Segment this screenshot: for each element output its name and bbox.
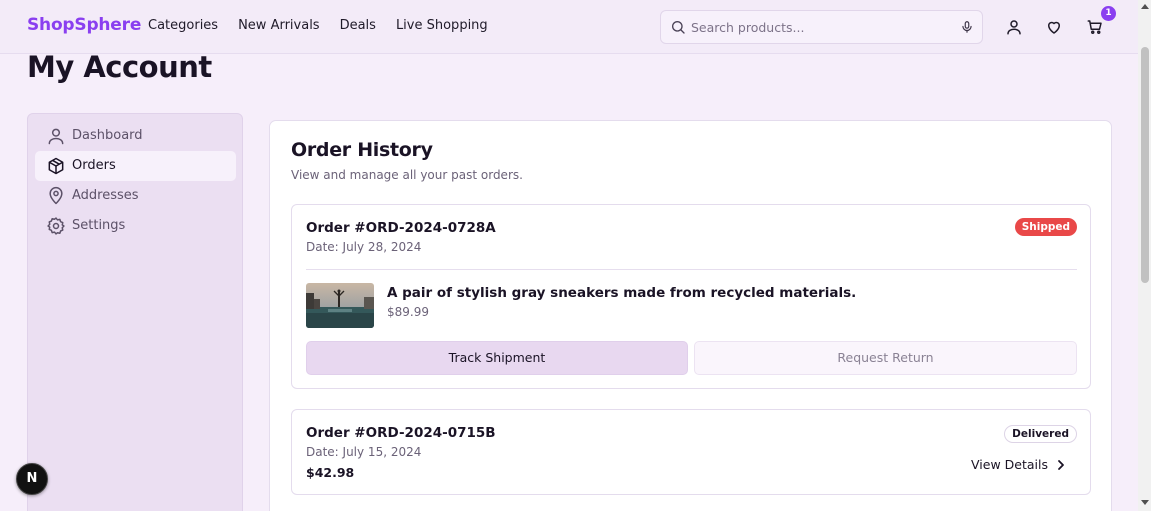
user-icon[interactable] [1005, 18, 1023, 36]
sidebar-item-dashboard[interactable]: Dashboard [35, 121, 236, 151]
section-subtitle: View and manage all your past orders. [291, 168, 523, 182]
nav-deals[interactable]: Deals [340, 18, 376, 33]
gear-icon [47, 217, 65, 235]
page-title: My Account [27, 50, 212, 84]
chevron-right-icon [1058, 459, 1064, 470]
order-date: Date: July 28, 2024 [306, 240, 422, 254]
package-icon [48, 157, 64, 175]
user-icon [48, 128, 64, 145]
scrollbar-thumb[interactable] [1141, 47, 1149, 283]
sidebar-item-label: Orders [72, 158, 116, 173]
order-card: Order #ORD-2024-0728A Date: July 28, 202… [291, 204, 1091, 389]
page-scrollbar[interactable] [1138, 0, 1151, 511]
cart-icon[interactable] [1086, 18, 1104, 36]
product-price: $89.99 [387, 305, 429, 319]
product-thumbnail[interactable] [306, 283, 374, 328]
top-header: ShopSphere Categories New Arrivals Deals… [0, 0, 1138, 54]
sidebar-item-label: Settings [72, 218, 126, 233]
track-shipment-button[interactable]: Track Shipment [306, 341, 688, 375]
section-title: Order History [291, 139, 433, 161]
map-pin-icon [49, 186, 63, 205]
nav-categories[interactable]: Categories [148, 18, 218, 33]
order-total: $42.98 [306, 465, 355, 480]
view-details-label: View Details [971, 457, 1048, 472]
cart-count-badge: 1 [1101, 6, 1116, 21]
search-icon [672, 21, 685, 34]
search-box [660, 10, 983, 44]
sidebar-item-label: Addresses [72, 188, 139, 203]
heart-icon[interactable] [1045, 18, 1063, 36]
product-name[interactable]: A pair of stylish gray sneakers made fro… [387, 285, 856, 301]
scroll-up-arrow[interactable] [1141, 4, 1149, 9]
microphone-icon[interactable] [960, 19, 974, 35]
order-id: Order #ORD-2024-0715B [306, 425, 496, 441]
search-input[interactable] [691, 17, 951, 37]
scroll-down-arrow[interactable] [1141, 500, 1149, 505]
product-image [306, 283, 374, 328]
order-history-card: Order History View and manage all your p… [269, 120, 1112, 511]
sidebar-item-label: Dashboard [72, 128, 143, 143]
nav-live-shopping[interactable]: Live Shopping [396, 18, 488, 33]
status-badge: Shipped [1014, 218, 1077, 236]
account-sidebar: Dashboard Orders Addresses Settings [27, 113, 243, 511]
status-badge: Delivered [1004, 425, 1077, 443]
dev-tools-badge[interactable]: N [16, 463, 48, 495]
order-card: Order #ORD-2024-0715B Date: July 15, 202… [291, 409, 1091, 495]
sidebar-item-settings[interactable]: Settings [35, 211, 236, 241]
brand-logo[interactable]: ShopSphere [27, 15, 141, 35]
order-date: Date: July 15, 2024 [306, 445, 422, 459]
view-details-link[interactable]: View Details [971, 457, 1066, 472]
order-id: Order #ORD-2024-0728A [306, 220, 496, 236]
divider [306, 269, 1077, 270]
nav-new-arrivals[interactable]: New Arrivals [238, 18, 320, 33]
sidebar-item-orders[interactable]: Orders [35, 151, 236, 181]
request-return-button[interactable]: Request Return [694, 341, 1077, 375]
sidebar-item-addresses[interactable]: Addresses [35, 181, 236, 211]
main-nav: Categories New Arrivals Deals Live Shopp… [148, 18, 508, 33]
